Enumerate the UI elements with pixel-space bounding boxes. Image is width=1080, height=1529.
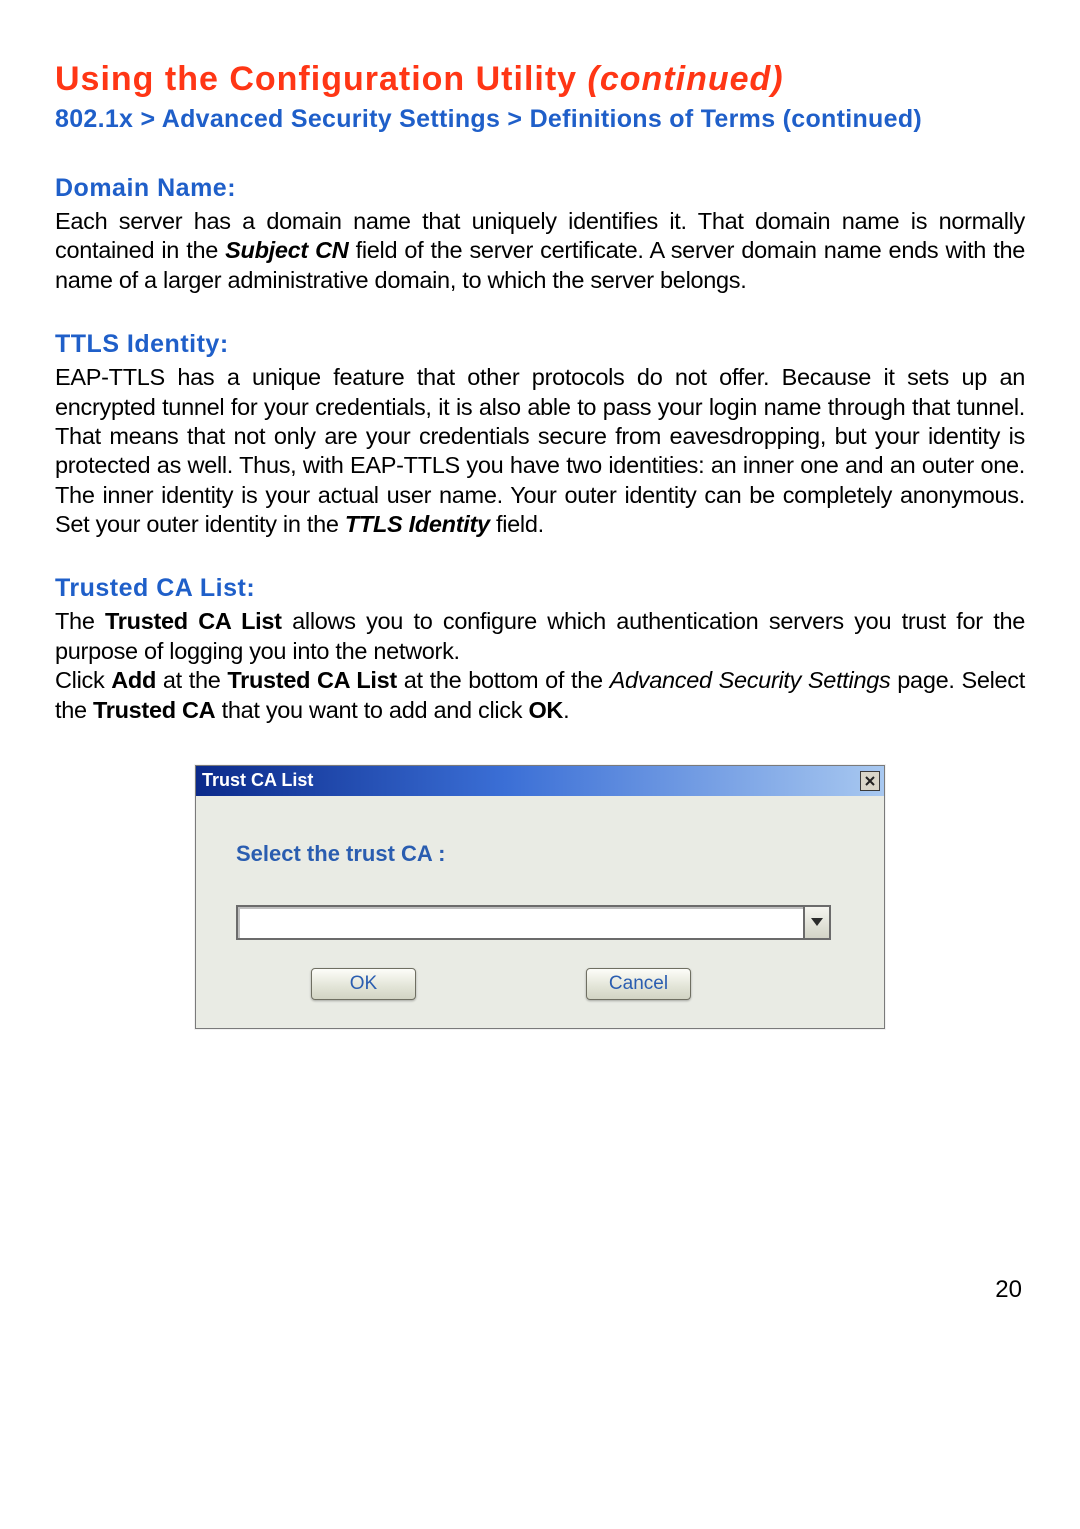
title-continued: (continued) bbox=[588, 60, 784, 98]
page-number: 20 bbox=[995, 1276, 1022, 1304]
dialog-button-row: OK Cancel bbox=[236, 968, 854, 1000]
title-main: Using the Configuration Utility bbox=[55, 60, 588, 98]
paragraph-ttls-identity: EAP-TTLS has a unique feature that other… bbox=[55, 363, 1025, 539]
heading-trusted-ca-list: Trusted CA List: bbox=[55, 574, 1025, 603]
text: field. bbox=[490, 511, 544, 537]
chevron-down-icon bbox=[811, 913, 823, 931]
text: that you want to add and click bbox=[215, 697, 528, 723]
page-title: Using the Configuration Utility (continu… bbox=[55, 60, 1025, 99]
dialog-body: Select the trust CA : OK Cancel bbox=[196, 796, 884, 1028]
heading-domain-name: Domain Name: bbox=[55, 174, 1025, 203]
select-trust-ca-label: Select the trust CA : bbox=[236, 841, 854, 867]
term-ttls-identity: TTLS Identity bbox=[345, 511, 490, 537]
trust-ca-input[interactable] bbox=[236, 905, 803, 940]
paragraph-domain-name: Each server has a domain name that uniqu… bbox=[55, 207, 1025, 295]
paragraph-trusted-ca-list: The Trusted CA List allows you to config… bbox=[55, 607, 1025, 725]
text: . bbox=[563, 697, 569, 723]
cancel-button[interactable]: Cancel bbox=[586, 968, 691, 1000]
breadcrumb: 802.1x > Advanced Security Settings > De… bbox=[55, 105, 1025, 134]
text: The bbox=[55, 608, 105, 634]
document-page: Using the Configuration Utility (continu… bbox=[0, 0, 1080, 1529]
dropdown-button[interactable] bbox=[803, 905, 831, 940]
text: at the bbox=[156, 667, 227, 693]
text: at the bottom of the bbox=[397, 667, 610, 693]
term-subject-cn: Subject CN bbox=[225, 237, 348, 263]
term-advanced-security-settings: Advanced Security Settings bbox=[610, 667, 891, 693]
dialog-title: Trust CA List bbox=[202, 770, 313, 791]
text: Click bbox=[55, 667, 111, 693]
dialog-titlebar: Trust CA List bbox=[196, 766, 884, 796]
ok-button[interactable]: OK bbox=[311, 968, 416, 1000]
heading-ttls-identity: TTLS Identity: bbox=[55, 330, 1025, 359]
trust-ca-list-dialog: Trust CA List Select the trust CA : bbox=[195, 765, 885, 1029]
close-icon bbox=[865, 774, 875, 788]
term-trusted-ca-list-2: Trusted CA List bbox=[227, 667, 397, 693]
term-trusted-ca: Trusted CA bbox=[93, 697, 215, 723]
term-add: Add bbox=[111, 667, 156, 693]
trust-ca-combobox[interactable] bbox=[236, 905, 831, 940]
close-button[interactable] bbox=[860, 771, 880, 791]
term-ok: OK bbox=[528, 697, 563, 723]
term-trusted-ca-list: Trusted CA List bbox=[105, 608, 282, 634]
dialog-screenshot: Trust CA List Select the trust CA : bbox=[195, 765, 885, 1029]
